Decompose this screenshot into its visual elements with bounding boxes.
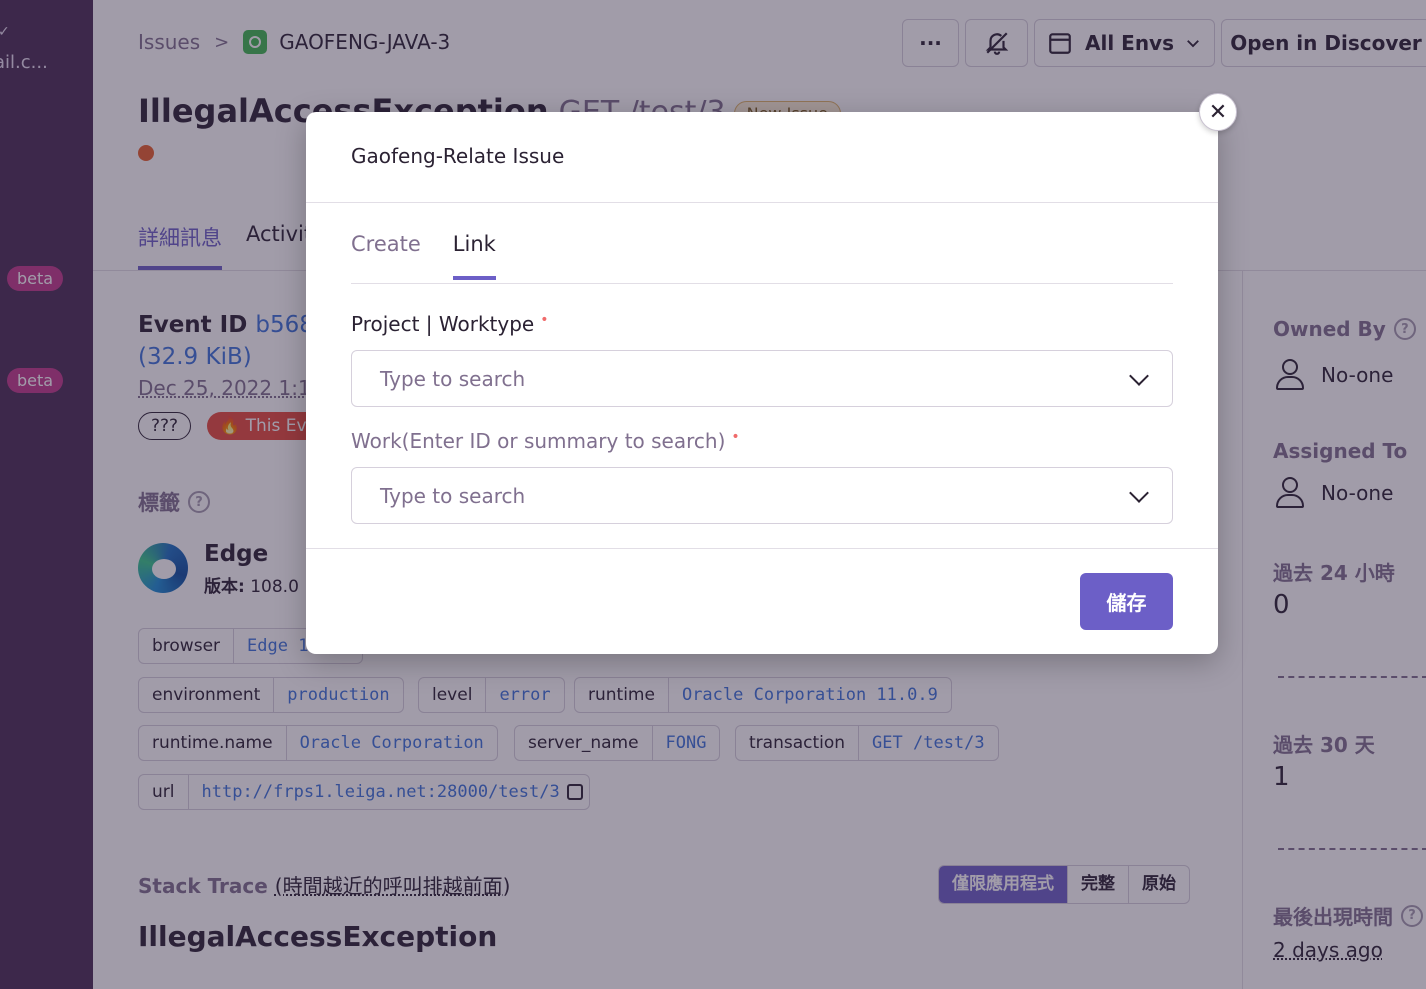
modal-title: Gaofeng-Relate Issue — [351, 144, 565, 168]
divider — [306, 548, 1218, 549]
divider — [351, 283, 1173, 284]
divider — [306, 202, 1218, 203]
save-button[interactable]: 儲存 — [1080, 573, 1173, 630]
chevron-down-icon — [1129, 483, 1149, 503]
chevron-down-icon — [1129, 366, 1149, 386]
work-label: Work(Enter ID or summary to search) • — [351, 429, 740, 453]
project-worktype-label-text: Project | Worktype — [351, 312, 535, 336]
close-icon: ✕ — [1208, 99, 1228, 125]
relate-issue-modal: Gaofeng-Relate Issue Create Link Project… — [306, 112, 1218, 654]
work-placeholder: Type to search — [380, 483, 526, 508]
work-select[interactable]: Type to search — [351, 467, 1173, 524]
project-worktype-label: Project | Worktype • — [351, 312, 548, 336]
work-label-text: Work(Enter ID or summary to search) — [351, 429, 726, 453]
required-mark: • — [731, 429, 740, 445]
tab-link[interactable]: Link — [452, 232, 496, 280]
project-worktype-placeholder: Type to search — [380, 366, 526, 391]
required-mark: • — [540, 312, 549, 328]
close-modal-button[interactable]: ✕ — [1199, 93, 1237, 131]
tab-create[interactable]: Create — [351, 232, 421, 280]
project-worktype-select[interactable]: Type to search — [351, 350, 1173, 407]
modal-tabs: Create Link — [351, 232, 528, 280]
